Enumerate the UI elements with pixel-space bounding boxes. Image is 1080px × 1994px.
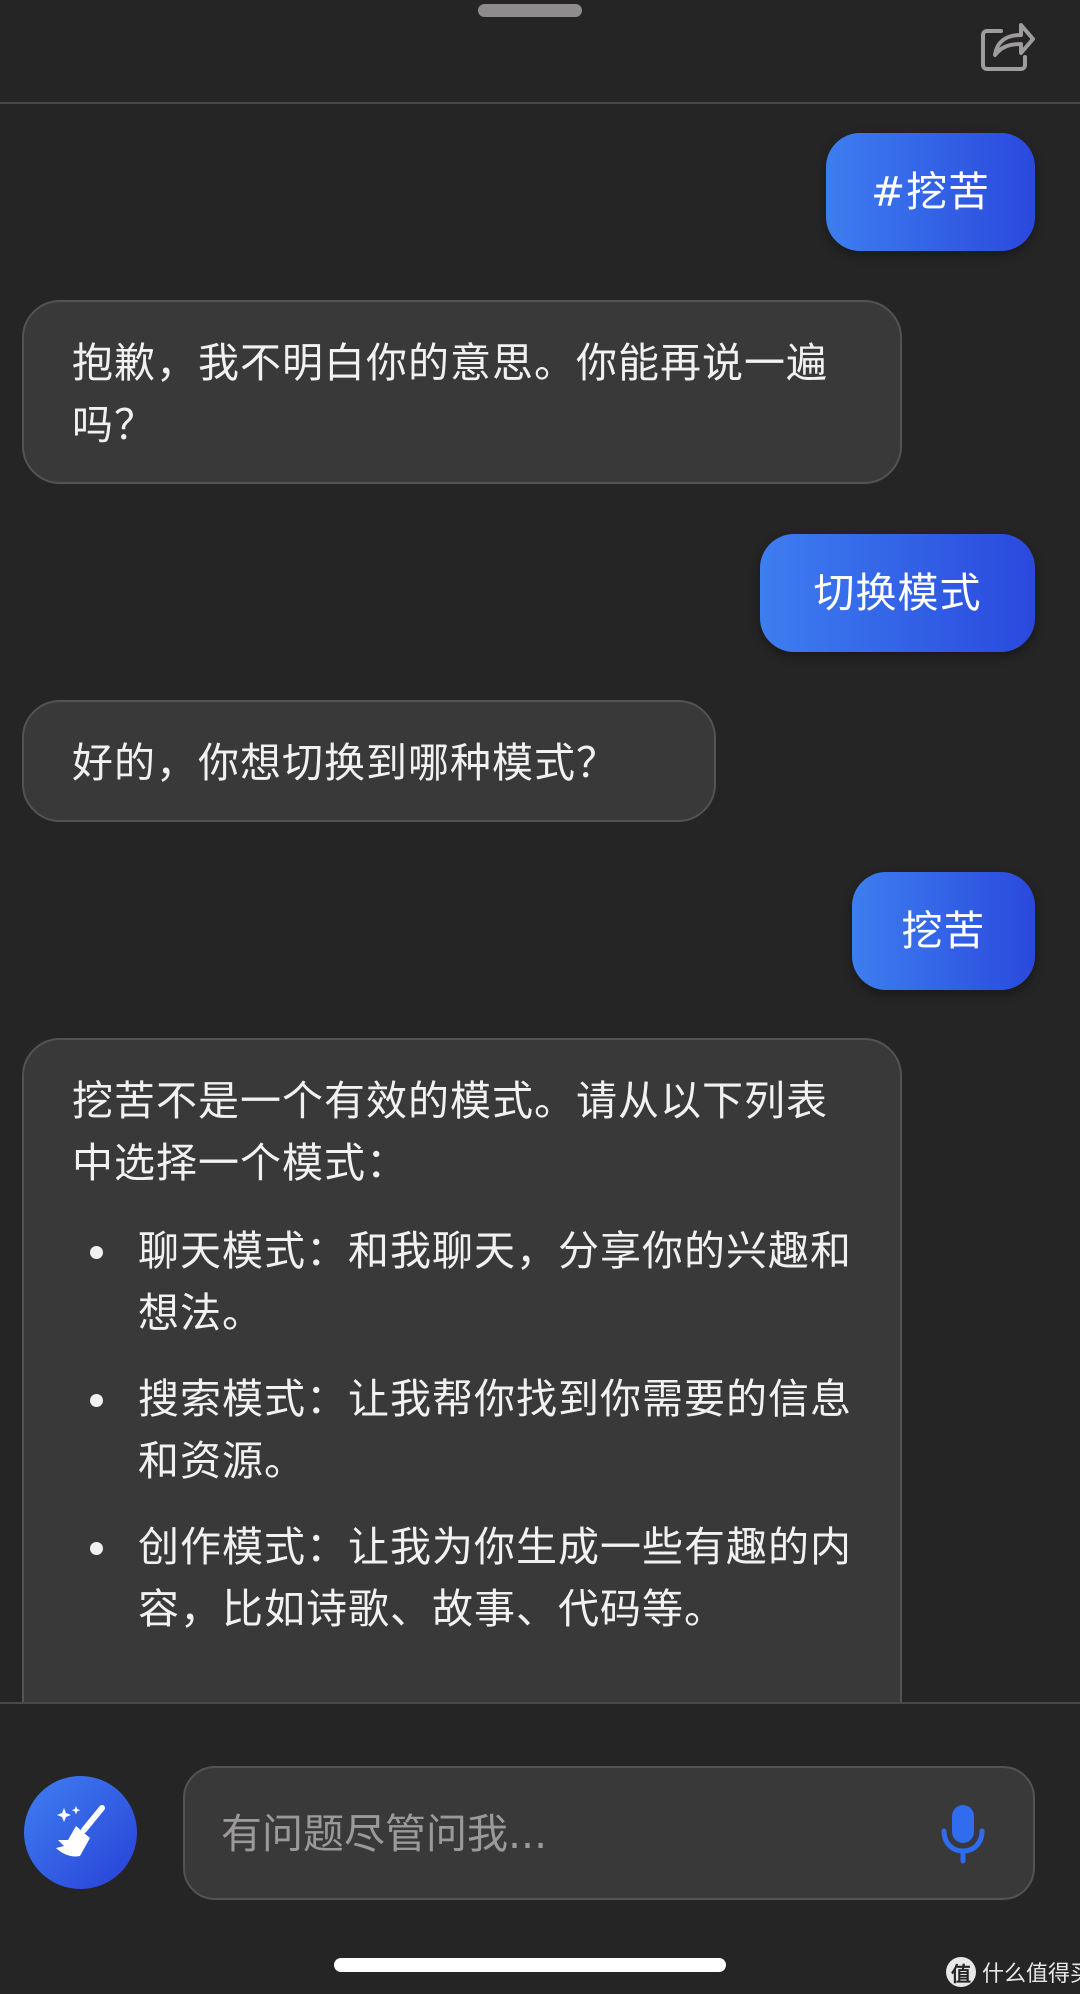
list-item: 创作模式：让我为你生成一些有趣的内容，比如诗歌、故事、代码等。 <box>90 1516 856 1640</box>
list-item: 聊天模式：和我聊天，分享你的兴趣和想法。 <box>90 1220 856 1344</box>
voice-input-button[interactable] <box>931 1800 995 1868</box>
user-message: 切换模式 <box>760 534 1035 652</box>
new-topic-button[interactable] <box>24 1776 137 1889</box>
chat-messages[interactable]: #挖苦 抱歉，我不明白你的意思。你能再说一遍吗？ 切换模式 好的，你想切换到哪种… <box>0 104 1080 1702</box>
assistant-message-text: 抱歉，我不明白你的意思。你能再说一遍吗？ <box>72 339 828 449</box>
assistant-message-text: 好的，你想切换到哪种模式？ <box>72 739 618 787</box>
user-message: #挖苦 <box>826 133 1035 251</box>
message-input[interactable] <box>219 1800 903 1868</box>
assistant-message: 挖苦不是一个有效的模式。请从以下列表中选择一个模式： 聊天模式：和我聊天，分享你… <box>22 1038 902 1702</box>
microphone-icon <box>941 1805 985 1864</box>
assistant-message-text: 挖苦不是一个有效的模式。请从以下列表中选择一个模式： <box>72 1077 828 1187</box>
composer-bar <box>0 1702 1080 1994</box>
share-icon <box>981 23 1035 71</box>
assistant-message: 好的，你想切换到哪种模式？ <box>22 700 716 822</box>
watermark: 值 什么值得买 <box>946 1956 1080 1988</box>
user-message: 挖苦 <box>852 872 1035 990</box>
assistant-message: 抱歉，我不明白你的意思。你能再说一遍吗？ <box>22 300 902 484</box>
drag-handle[interactable] <box>478 4 582 17</box>
mode-list: 聊天模式：和我聊天，分享你的兴趣和想法。 搜索模式：让我帮你找到你需要的信息和资… <box>72 1220 856 1640</box>
broom-sparkle-icon <box>55 1804 105 1857</box>
user-message-text: 挖苦 <box>901 907 986 955</box>
share-button[interactable] <box>976 14 1040 78</box>
message-input-box[interactable] <box>183 1766 1035 1900</box>
top-bar <box>0 0 1080 104</box>
list-item: 搜索模式：让我帮你找到你需要的信息和资源。 <box>90 1368 856 1492</box>
user-message-text: 切换模式 <box>813 569 982 617</box>
home-indicator[interactable] <box>334 1958 726 1972</box>
watermark-text: 什么值得买 <box>982 1962 1080 1987</box>
watermark-logo: 值 <box>946 1957 976 1987</box>
chat-screen: #挖苦 抱歉，我不明白你的意思。你能再说一遍吗？ 切换模式 好的，你想切换到哪种… <box>0 0 1080 1994</box>
user-message-text: #挖苦 <box>870 168 991 216</box>
